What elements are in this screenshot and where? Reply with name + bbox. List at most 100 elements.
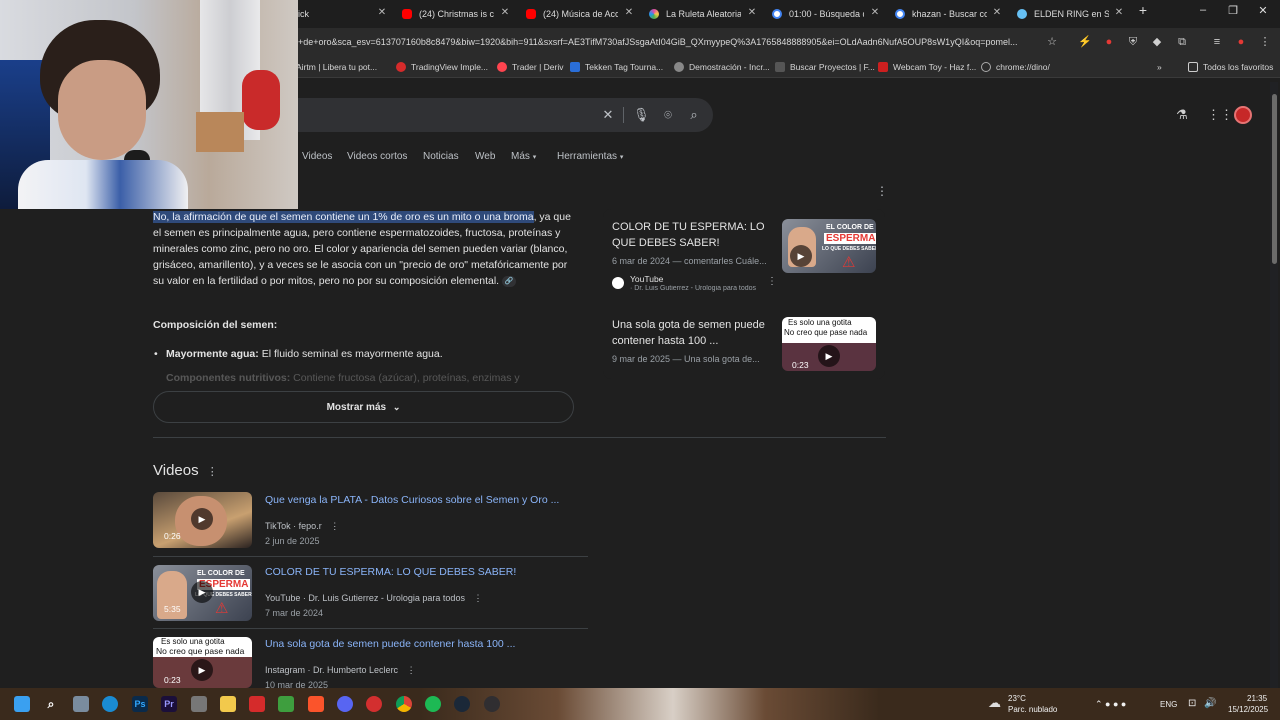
app-icon[interactable] <box>191 696 207 712</box>
bookmark-item[interactable]: Airtm | Libera tu pot... <box>296 60 377 74</box>
tab-6[interactable]: ELDEN RING en Stea <box>1017 4 1109 24</box>
discord-icon[interactable] <box>337 696 353 712</box>
video-thumbnail[interactable]: Es solo una gotita No creo que pase nada… <box>782 317 876 371</box>
tab-web[interactable]: Web <box>475 151 495 162</box>
windows-start-icon[interactable] <box>14 696 30 712</box>
weather-icon[interactable]: ☁ <box>988 695 1001 711</box>
account-avatar[interactable] <box>1234 106 1252 124</box>
video-thumbnail[interactable]: Es solo una gotita No creo que pase nada… <box>153 637 252 688</box>
video-title-link[interactable]: Una sola gota de semen puede contener ha… <box>265 638 515 650</box>
tab-5[interactable]: khazan - Buscar con <box>895 4 987 24</box>
tab-tools[interactable]: Herramientas ▾ <box>557 151 623 162</box>
microphone-icon[interactable]: 🎙 <box>633 107 650 123</box>
chevron-right-icon[interactable]: » <box>1157 60 1162 74</box>
obs-icon[interactable] <box>484 696 500 712</box>
opera-icon[interactable] <box>366 696 382 712</box>
source-card[interactable]: COLOR DE TU ESPERMA: LO QUE DEBES SABER!… <box>603 212 885 302</box>
spotify-icon[interactable] <box>425 696 441 712</box>
bookmark-star-icon[interactable]: ☆ <box>1045 35 1059 49</box>
bookmark-item[interactable]: Tekken Tag Tourna... <box>570 60 663 74</box>
search-input[interactable]: ✕ 🎙 ⌾ ⌕ <box>280 98 713 132</box>
scrollbar-thumb[interactable] <box>1272 94 1277 264</box>
tab-more[interactable]: Más ▾ <box>511 151 536 162</box>
tab-1[interactable]: (24) Christmas is com <box>402 4 494 24</box>
clock-time[interactable]: 21:35 <box>1247 694 1267 703</box>
show-more-button[interactable]: Mostrar más ⌄ <box>153 391 574 423</box>
divider <box>623 107 624 123</box>
close-icon[interactable]: ✕ <box>375 6 389 20</box>
tab-news[interactable]: Noticias <box>423 151 459 162</box>
more-options-icon[interactable]: ⋮ <box>407 665 416 675</box>
all-bookmarks[interactable]: Todos los favoritos <box>1188 60 1273 74</box>
close-icon[interactable]: ✕ <box>1112 6 1126 20</box>
edge-icon[interactable] <box>102 696 118 712</box>
language-indicator[interactable]: ENG <box>1160 700 1177 709</box>
camera-search-icon[interactable]: ⌾ <box>660 107 676 123</box>
bookmark-item[interactable]: TradingView Imple... <box>396 60 488 74</box>
tab-short-videos[interactable]: Videos cortos <box>347 151 407 162</box>
address-bar[interactable]: +de+oro&sca_esv=613707160b8c8479&biw=192… <box>298 32 1038 52</box>
apps-grid-icon[interactable]: ⋮⋮ <box>1207 108 1233 122</box>
search-icon[interactable]: ⌕ <box>43 696 59 712</box>
globe-icon <box>981 62 991 72</box>
search-icon[interactable]: ⌕ <box>686 107 702 123</box>
tab-videos[interactable]: Videos <box>302 151 332 162</box>
media-icon[interactable]: ≡ <box>1210 35 1224 49</box>
video-thumbnail[interactable]: EL COLOR DE ESPERMA LO QUE DEBES SABER ⚠… <box>782 219 876 273</box>
bookmark-item[interactable]: chrome://dino/ <box>981 60 1050 74</box>
new-tab-button[interactable]: + <box>1133 2 1153 18</box>
tab-0[interactable]: ick <box>298 4 378 24</box>
bookmark-label: Demostración - Incr... <box>689 62 770 72</box>
file-explorer-icon[interactable] <box>73 696 89 712</box>
clock-date[interactable]: 15/12/2025 <box>1228 705 1268 714</box>
more-options-icon[interactable]: ⋮ <box>207 466 218 478</box>
video-title-link[interactable]: COLOR DE TU ESPERMA: LO QUE DEBES SABER! <box>265 566 516 578</box>
bookmark-item[interactable]: Trader | Deriv <box>497 60 564 74</box>
folder-icon[interactable] <box>220 696 236 712</box>
more-options-icon[interactable]: ⋮ <box>767 276 777 287</box>
close-icon[interactable]: ✕ <box>498 6 512 20</box>
menu-icon[interactable]: ⋮ <box>1258 35 1272 49</box>
network-icon[interactable]: ⊡ <box>1188 698 1196 709</box>
video-duration: 0:23 <box>792 360 809 370</box>
video-thumbnail[interactable]: EL COLOR DE ESPERMA LO QUE DEBES SABER ⚠… <box>153 565 252 621</box>
extension-icon[interactable]: ◆ <box>1150 35 1164 49</box>
volume-icon[interactable]: 🔊 <box>1204 698 1216 709</box>
puzzle-icon[interactable]: ⧉ <box>1175 35 1189 49</box>
brave-icon[interactable] <box>308 696 324 712</box>
bookmark-item[interactable]: Buscar Proyectos | F... <box>775 60 875 74</box>
more-options-icon[interactable]: ⋮ <box>876 184 888 198</box>
clear-icon[interactable]: ✕ <box>600 107 616 123</box>
tab-3[interactable]: La Ruleta Aleatoria <box>649 4 741 24</box>
shield-icon[interactable]: ⛨ <box>1126 35 1140 49</box>
labs-flask-icon[interactable]: ⚗ <box>1175 108 1189 122</box>
extension-icon[interactable]: ● <box>1102 35 1116 49</box>
photoshop-icon[interactable]: Ps <box>132 696 148 712</box>
bookmark-item[interactable]: Demostración - Incr... <box>674 60 770 74</box>
link-icon[interactable]: 🔗 <box>502 275 517 287</box>
profile-avatar-icon[interactable]: ● <box>1234 35 1248 49</box>
minimize-icon[interactable]: – <box>1193 4 1213 16</box>
more-options-icon[interactable]: ⋮ <box>330 521 339 531</box>
play-icon: ▶ <box>818 345 840 367</box>
tab-4[interactable]: 01:00 - Búsqueda de <box>772 4 864 24</box>
tray-icons[interactable]: ⌃ ● ● ● <box>1095 699 1126 710</box>
close-icon[interactable]: ✕ <box>745 6 759 20</box>
video-title-link[interactable]: Que venga la PLATA - Datos Curiosos sobr… <box>265 494 559 506</box>
tab-2[interactable]: (24) Música de Acció <box>526 4 618 24</box>
video-thumbnail[interactable]: ▶ 0:26 <box>153 492 252 548</box>
bookmark-item[interactable]: Webcam Toy - Haz f... <box>878 60 976 74</box>
chrome-icon[interactable] <box>396 696 412 712</box>
window-close-icon[interactable]: ✕ <box>1253 4 1273 17</box>
close-icon[interactable]: ✕ <box>868 6 882 20</box>
more-options-icon[interactable]: ⋮ <box>473 593 482 603</box>
app-icon[interactable] <box>249 696 265 712</box>
premiere-icon[interactable]: Pr <box>161 696 177 712</box>
steam-icon[interactable] <box>454 696 470 712</box>
minecraft-icon[interactable] <box>278 696 294 712</box>
source-card[interactable]: Una sola gota de semen puede contener ha… <box>603 312 885 380</box>
restore-icon[interactable]: ❐ <box>1223 4 1243 17</box>
extension-icon[interactable]: ⚡ <box>1078 35 1092 49</box>
close-icon[interactable]: ✕ <box>990 6 1004 20</box>
close-icon[interactable]: ✕ <box>622 6 636 20</box>
